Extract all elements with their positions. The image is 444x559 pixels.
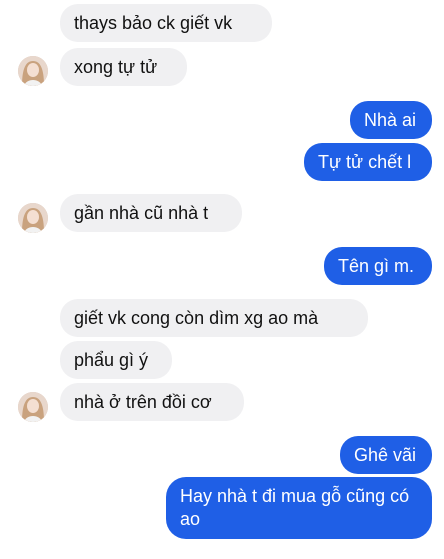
incoming-message[interactable]: gần nhà cũ nhà t [60,194,242,232]
incoming-message[interactable]: xong tự tử [60,48,187,86]
outgoing-message[interactable]: Tự tử chết l [304,143,432,181]
avatar-icon [18,56,48,86]
contact-avatar[interactable] [18,392,48,422]
message-thread: thays bảo ck giết vk xong tự tử Nhà ai T… [0,0,444,559]
incoming-message[interactable]: giết vk cong còn dìm xg ao mà [60,299,368,337]
incoming-message[interactable]: nhà ở trên đồi cơ [60,383,244,421]
avatar-icon [18,203,48,233]
outgoing-message[interactable]: Tên gì m. [324,247,432,285]
outgoing-message[interactable]: Nhà ai [350,101,432,139]
incoming-message[interactable]: thays bảo ck giết vk [60,4,272,42]
incoming-message[interactable]: phẩu gì ý [60,341,172,379]
avatar-icon [18,392,48,422]
outgoing-message[interactable]: Hay nhà t đi mua gỗ cũng có ao [166,477,432,539]
outgoing-message[interactable]: Ghê vãi [340,436,432,474]
contact-avatar[interactable] [18,56,48,86]
contact-avatar[interactable] [18,203,48,233]
